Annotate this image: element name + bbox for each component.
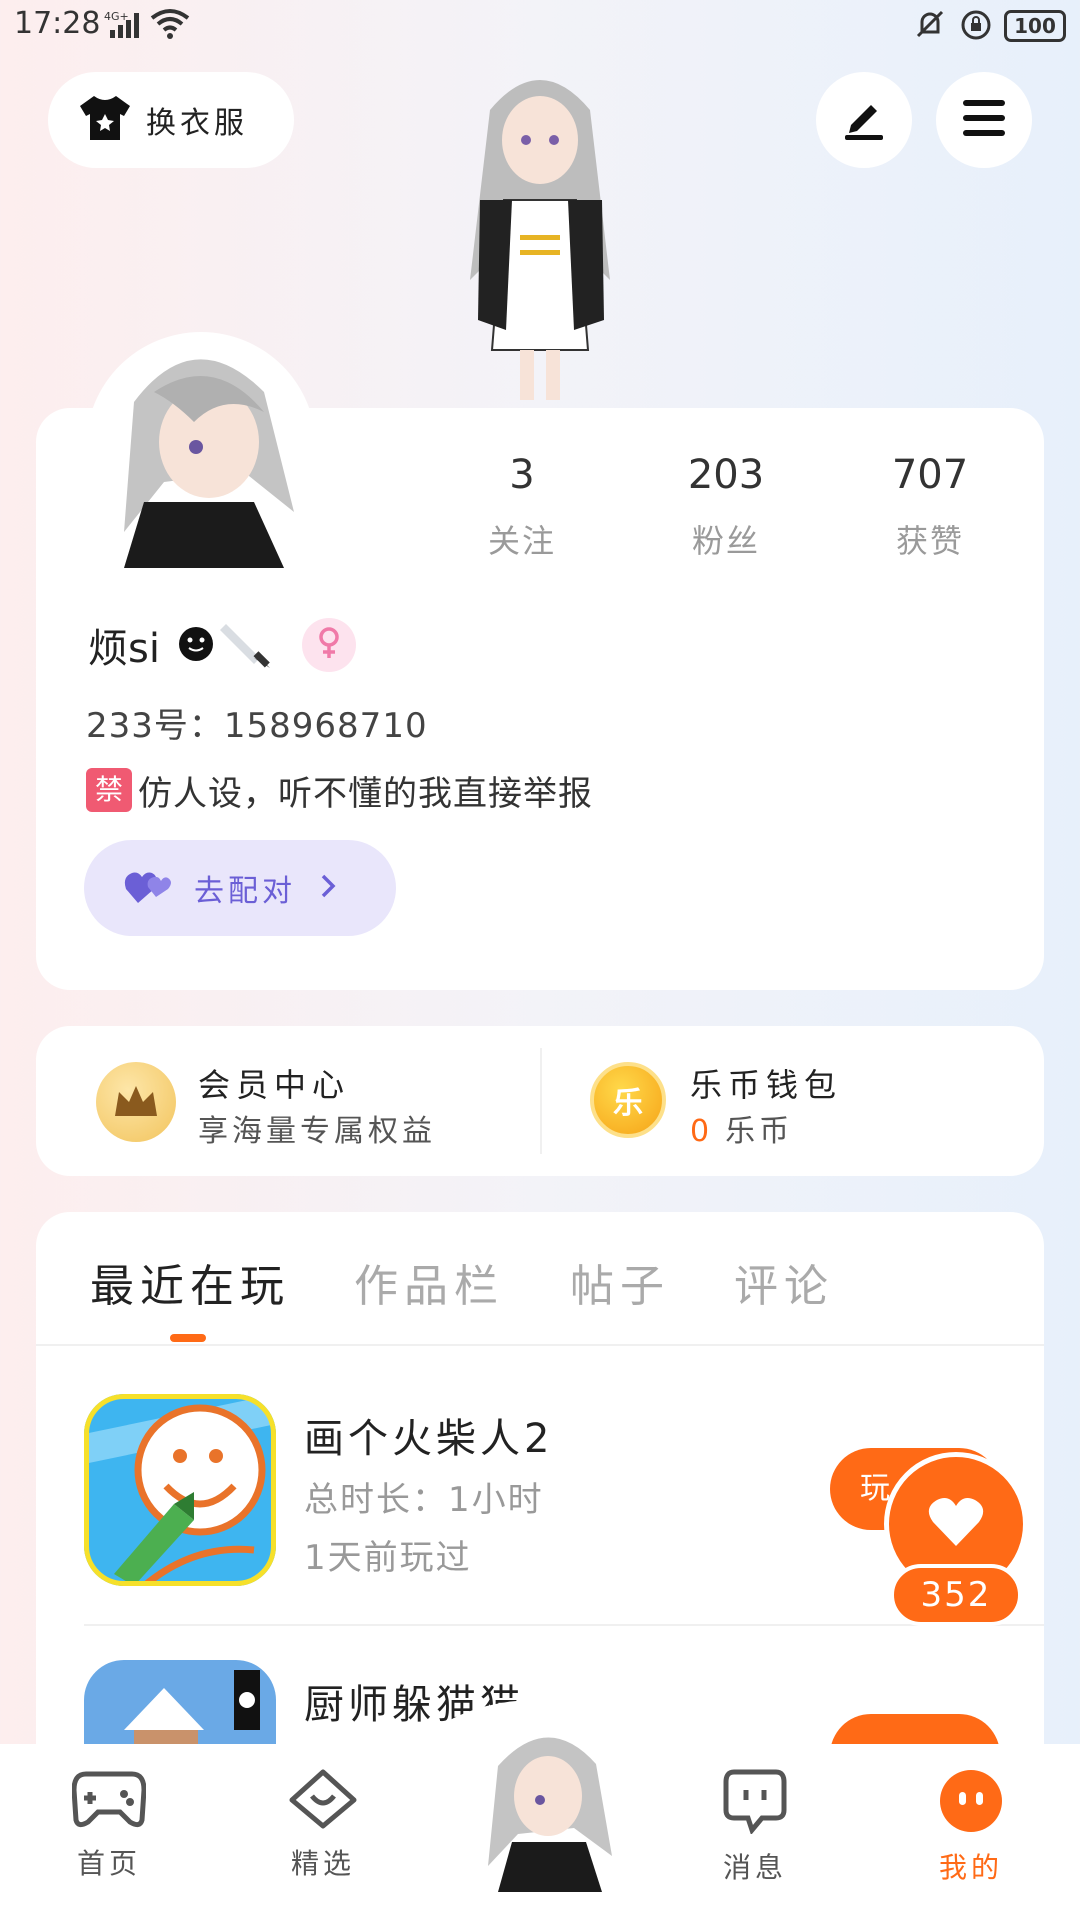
followers-label: 粉丝 bbox=[691, 522, 760, 560]
tabs-divider bbox=[36, 1344, 1044, 1346]
game-icon-stickman[interactable] bbox=[84, 1394, 276, 1586]
following-count: 3 bbox=[509, 452, 535, 498]
wallet-unit: 乐币 bbox=[725, 1114, 794, 1149]
nav-label-featured: 精选 bbox=[290, 1847, 355, 1880]
wifi-icon bbox=[150, 8, 190, 40]
chevron-right-icon bbox=[318, 872, 338, 904]
nav-label-me: 我的 bbox=[938, 1851, 1003, 1884]
dress-up-button[interactable]: 换衣服 bbox=[48, 72, 294, 168]
tab-posts[interactable]: 帖子 bbox=[570, 1250, 670, 1314]
nav-item-me[interactable]: 我的 bbox=[906, 1768, 1036, 1886]
nav-item-home[interactable]: 首页 bbox=[44, 1768, 174, 1882]
wallet-amount: 0 bbox=[690, 1114, 714, 1149]
status-time: 17:28 bbox=[14, 6, 101, 41]
battery-indicator: 100 bbox=[1004, 10, 1066, 42]
likes-stat[interactable]: 707 获赞 bbox=[850, 452, 1010, 562]
username: 烦si bbox=[88, 626, 160, 672]
following-stat[interactable]: 3 关注 bbox=[442, 452, 602, 562]
profile-face-icon bbox=[938, 1770, 1004, 1838]
rotation-lock-icon bbox=[960, 8, 992, 42]
list-divider bbox=[84, 1624, 1044, 1626]
active-tab-indicator bbox=[170, 1334, 206, 1342]
tab-comments[interactable]: 评论 bbox=[734, 1250, 834, 1314]
hearts-icon bbox=[124, 867, 172, 909]
likes-label: 获赞 bbox=[895, 522, 964, 560]
le-coin-icon[interactable]: 乐 bbox=[590, 1062, 666, 1138]
member-center-subtitle: 享海量专属权益 bbox=[198, 1114, 436, 1149]
chat-bubble-icon bbox=[722, 1769, 788, 1838]
game-title[interactable]: 画个火柴人2 bbox=[304, 1406, 553, 1464]
wallet-title[interactable]: 乐币钱包 bbox=[690, 1060, 842, 1106]
heart-icon bbox=[927, 1496, 985, 1552]
gamepad-icon bbox=[71, 1771, 147, 1834]
tab-works[interactable]: 作品栏 bbox=[354, 1250, 504, 1314]
cellular-signal-icon: 4G+ bbox=[104, 8, 148, 40]
pair-label: 去配对 bbox=[194, 874, 296, 909]
avatar[interactable] bbox=[104, 332, 314, 568]
member-center-title[interactable]: 会员中心 bbox=[198, 1060, 350, 1106]
bio-tag-badge: 禁 bbox=[86, 768, 132, 812]
nav-item-featured[interactable]: 精选 bbox=[258, 1768, 388, 1882]
nav-label-messages: 消息 bbox=[722, 1851, 787, 1884]
bell-muted-icon bbox=[914, 8, 946, 42]
crown-icon[interactable] bbox=[96, 1062, 176, 1142]
likes-count: 707 bbox=[891, 452, 969, 498]
nav-item-messages[interactable]: 消息 bbox=[690, 1768, 820, 1886]
following-label: 关注 bbox=[487, 522, 556, 560]
network-type-label: 4G+ bbox=[104, 10, 129, 23]
like-count-badge: 352 bbox=[890, 1564, 1022, 1626]
pair-button[interactable]: 去配对 bbox=[84, 840, 396, 936]
dress-up-label: 换衣服 bbox=[146, 106, 248, 141]
bio-text: 仿人设，听不懂的我直接举报 bbox=[138, 774, 593, 814]
gender-female-badge bbox=[302, 618, 356, 672]
nav-center-avatar[interactable] bbox=[478, 1716, 618, 1892]
tab-recently-played[interactable]: 最近在玩 bbox=[90, 1250, 290, 1314]
menu-button[interactable] bbox=[936, 72, 1032, 168]
followers-count: 203 bbox=[687, 452, 765, 498]
username-emoji-decoration bbox=[174, 618, 284, 670]
wallet-balance: 0 乐币 bbox=[690, 1106, 793, 1150]
nav-label-home: 首页 bbox=[76, 1847, 141, 1880]
heart-diamond-icon bbox=[288, 1769, 358, 1834]
tshirt-icon bbox=[78, 94, 132, 146]
character-model[interactable] bbox=[420, 50, 660, 410]
game-last-played: 1天前玩过 bbox=[304, 1538, 472, 1578]
card-divider bbox=[540, 1048, 542, 1154]
pencil-icon bbox=[841, 95, 887, 145]
user-id: 233号：158968710 bbox=[86, 706, 428, 746]
followers-stat[interactable]: 203 粉丝 bbox=[646, 452, 806, 562]
hamburger-menu-icon bbox=[961, 98, 1007, 142]
edit-profile-button[interactable] bbox=[816, 72, 912, 168]
game-total-time: 总时长：1小时 bbox=[304, 1480, 544, 1520]
female-symbol-icon bbox=[314, 626, 344, 664]
